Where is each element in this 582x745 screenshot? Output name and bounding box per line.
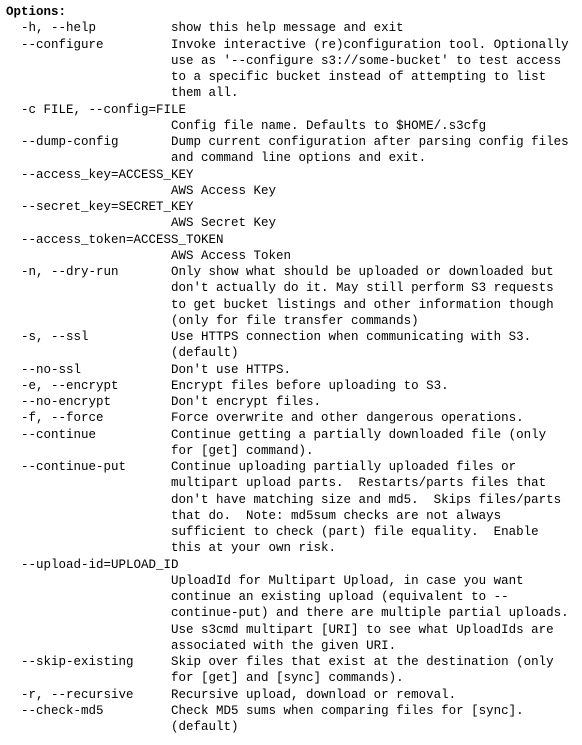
option-row: Config file name. Defaults to $HOME/.s3c… [6, 118, 576, 134]
option-description: Dump current configuration after parsing… [171, 134, 576, 167]
option-row: --dump-config Dump current configuration… [6, 134, 576, 167]
option-flags: --no-encrypt [6, 394, 171, 410]
option-row: --access_key=ACCESS_KEY [6, 167, 576, 183]
option-flags: -e, --encrypt [6, 378, 171, 394]
option-flags: -r, --recursive [6, 687, 171, 703]
option-row: -s, --ssl Use HTTPS connection when comm… [6, 329, 576, 362]
options-page: Options: -h, --help show this help messa… [0, 0, 582, 745]
option-row: --configure Invoke interactive (re)confi… [6, 37, 576, 102]
option-flags: --continue [6, 427, 171, 443]
option-flags: -s, --ssl [6, 329, 171, 345]
option-row: -n, --dry-run Only show what should be u… [6, 264, 576, 329]
options-heading: Options: [6, 4, 576, 20]
option-description: Don't encrypt files. [171, 394, 576, 410]
option-flags [6, 118, 171, 134]
option-description: Only show what should be uploaded or dow… [171, 264, 576, 329]
option-description: Encrypt files before uploading to S3. [171, 378, 576, 394]
option-flags: -n, --dry-run [6, 264, 171, 280]
option-flags: --continue-put [6, 459, 171, 475]
option-description: Continue uploading partially uploaded fi… [171, 459, 576, 557]
option-description: show this help message and exit [171, 20, 576, 36]
option-flags: --access_key=ACCESS_KEY [6, 167, 194, 183]
option-row: --continue-put Continue uploading partia… [6, 459, 576, 557]
option-row: --no-ssl Don't use HTTPS. [6, 362, 576, 378]
option-flags [6, 215, 171, 231]
option-row: -e, --encrypt Encrypt files before uploa… [6, 378, 576, 394]
option-description: AWS Access Token [171, 248, 576, 264]
option-description: Continue getting a partially downloaded … [171, 427, 576, 460]
option-row: --skip-existing Skip over files that exi… [6, 654, 576, 687]
option-row: -c FILE, --config=FILE [6, 102, 576, 118]
option-flags: -h, --help [6, 20, 171, 36]
option-row: -f, --force Force overwrite and other da… [6, 410, 576, 426]
option-row: AWS Secret Key [6, 215, 576, 231]
option-description: Config file name. Defaults to $HOME/.s3c… [171, 118, 576, 134]
option-description: UploadId for Multipart Upload, in case y… [171, 573, 576, 654]
option-row: -r, --recursive Recursive upload, downlo… [6, 687, 576, 703]
option-description: Check MD5 sums when comparing files for … [171, 703, 576, 736]
option-row: --access_token=ACCESS_TOKEN [6, 232, 576, 248]
option-flags [6, 573, 171, 589]
option-description: Invoke interactive (re)configuration too… [171, 37, 576, 102]
option-description: Skip over files that exist at the destin… [171, 654, 576, 687]
options-list: -h, --help show this help message and ex… [6, 20, 576, 735]
option-flags: -f, --force [6, 410, 171, 426]
option-flags [6, 248, 171, 264]
option-flags [6, 183, 171, 199]
option-flags: --configure [6, 37, 171, 53]
option-flags: -c FILE, --config=FILE [6, 102, 186, 118]
option-flags: --upload-id=UPLOAD_ID [6, 557, 179, 573]
option-flags: --skip-existing [6, 654, 171, 670]
option-row: --no-encrypt Don't encrypt files. [6, 394, 576, 410]
option-row: AWS Access Key [6, 183, 576, 199]
option-row: -h, --help show this help message and ex… [6, 20, 576, 36]
option-row: --check-md5 Check MD5 sums when comparin… [6, 703, 576, 736]
option-description: Don't use HTTPS. [171, 362, 576, 378]
option-description: Use HTTPS connection when communicating … [171, 329, 576, 362]
option-row: --upload-id=UPLOAD_ID [6, 557, 576, 573]
option-flags: --secret_key=SECRET_KEY [6, 199, 194, 215]
option-description: AWS Access Key [171, 183, 576, 199]
option-row: UploadId for Multipart Upload, in case y… [6, 573, 576, 654]
option-description: Recursive upload, download or removal. [171, 687, 576, 703]
option-flags: --dump-config [6, 134, 171, 150]
option-description: AWS Secret Key [171, 215, 576, 231]
option-flags: --access_token=ACCESS_TOKEN [6, 232, 224, 248]
option-row: AWS Access Token [6, 248, 576, 264]
option-flags: --check-md5 [6, 703, 171, 719]
option-flags: --no-ssl [6, 362, 171, 378]
option-description: Force overwrite and other dangerous oper… [171, 410, 576, 426]
option-row: --secret_key=SECRET_KEY [6, 199, 576, 215]
option-row: --continue Continue getting a partially … [6, 427, 576, 460]
